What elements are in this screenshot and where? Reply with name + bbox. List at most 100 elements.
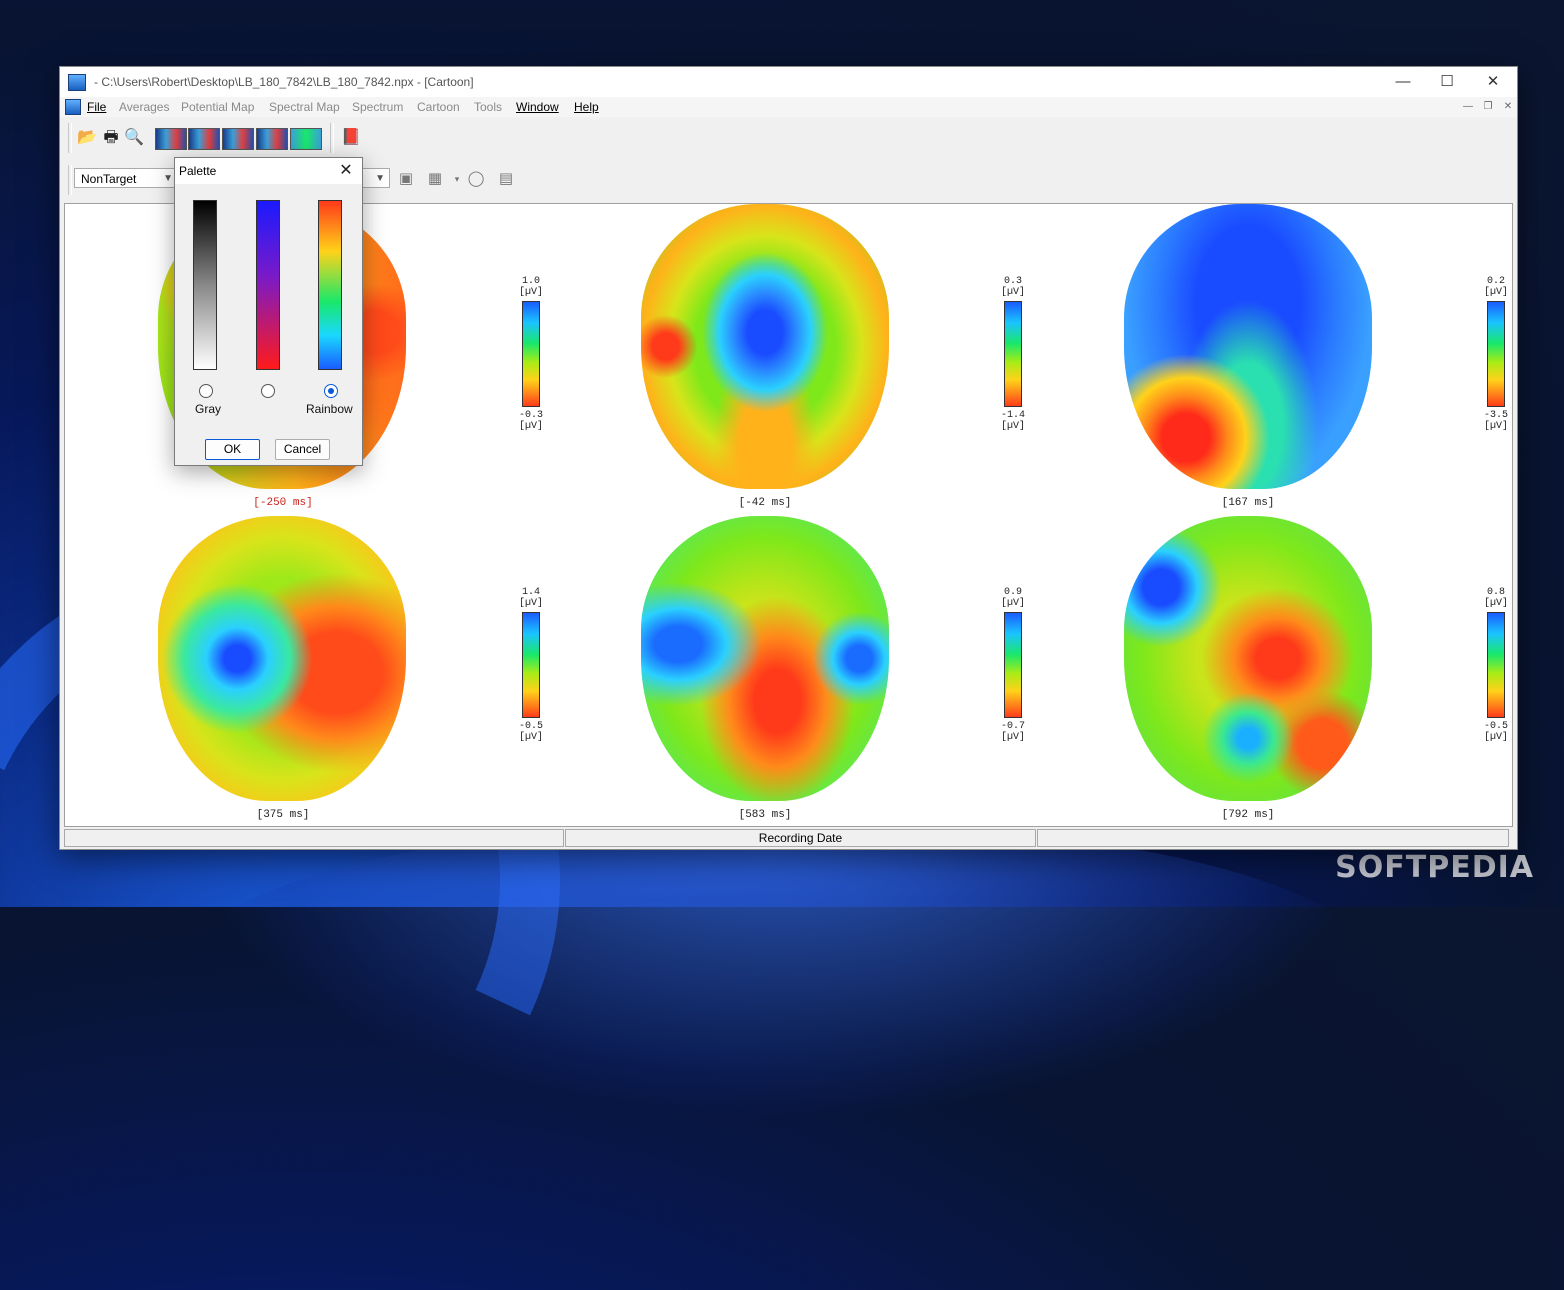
toolbar-separator (330, 123, 334, 153)
map-time-label: [-42 ms] (738, 497, 792, 509)
scale-max: 0.9 (1003, 587, 1022, 598)
gray-radio[interactable] (199, 384, 213, 398)
wallpaper-glow (180, 820, 1380, 1120)
spectrum-icon[interactable] (256, 128, 288, 150)
averages-view-icon[interactable] (155, 128, 187, 150)
scale-max: 1.0 (521, 276, 540, 287)
scale-unit: [µV] (518, 732, 543, 743)
open-folder-icon[interactable]: 📂 (76, 127, 98, 149)
cartoon-icon[interactable] (290, 128, 322, 150)
scale-min: -0.5 (518, 721, 543, 732)
scale-unit: [µV] (1000, 598, 1025, 609)
title-bar[interactable]: - C:\Users\Robert\Desktop\LB_180_7842\LB… (60, 67, 1517, 97)
topomap-3[interactable] (1124, 204, 1372, 489)
topomap-6[interactable] (1124, 516, 1372, 801)
print-preview-icon[interactable]: 🔍 (123, 127, 145, 149)
layout-icon[interactable]: ▣ (397, 170, 415, 188)
menu-potential-map[interactable]: Potential Map (181, 100, 254, 114)
dialog-title: Palette (179, 164, 217, 178)
blue-red-palette-swatch (256, 200, 280, 370)
scale-bar (1004, 612, 1022, 718)
toolbar-separator (68, 165, 72, 195)
scale-unit: [µV] (1483, 287, 1508, 298)
color-scale-5: 0.9 [µV] -0.7 [µV] (993, 587, 1033, 743)
grid-dropdown-icon[interactable]: ▾ (448, 170, 466, 188)
color-scale-4: 1.4 [µV] -0.5 [µV] (511, 587, 551, 743)
menu-window[interactable]: Window (516, 100, 559, 114)
scale-bar (1487, 301, 1505, 407)
map-time-label: [167 ms] (1221, 497, 1275, 509)
topomap-5[interactable] (641, 516, 889, 801)
toolbar-separator (68, 123, 72, 153)
help-book-icon[interactable]: 📕 (340, 127, 362, 149)
minimize-icon[interactable]: — (1386, 71, 1420, 93)
gray-palette-swatch (193, 200, 217, 370)
condition-select[interactable]: NonTarget ▼ (74, 168, 178, 188)
grid-icon[interactable]: ▦ (426, 170, 444, 188)
menu-spectrum[interactable]: Spectrum (352, 100, 403, 114)
status-recording-date: Recording Date (565, 829, 1036, 847)
scale-unit: [µV] (1483, 598, 1508, 609)
scale-unit: [µV] (1483, 732, 1508, 743)
close-icon[interactable]: ✕ (1476, 71, 1510, 93)
chevron-down-icon: ▼ (163, 173, 173, 184)
close-icon[interactable]: ✕ (336, 161, 356, 181)
mdi-minimize-icon[interactable]: — (1460, 100, 1476, 114)
menu-file[interactable]: File (87, 100, 106, 114)
print-icon[interactable]: 🖶 (100, 127, 122, 149)
rainbow-radio[interactable] (324, 384, 338, 398)
main-toolbar: 📂 🖶 🔍 📕 (60, 119, 1517, 159)
document-icon[interactable] (65, 99, 81, 115)
scale-max: 0.8 (1486, 587, 1505, 598)
ok-button[interactable]: OK (205, 439, 260, 460)
topomap-4[interactable] (158, 516, 406, 801)
color-scale-6: 0.8 [µV] -0.5 [µV] (1476, 587, 1516, 743)
window-title: - C:\Users\Robert\Desktop\LB_180_7842\LB… (94, 75, 474, 89)
menu-tools[interactable]: Tools (474, 100, 502, 114)
scale-min: -0.3 (518, 410, 543, 421)
app-icon (68, 74, 86, 91)
scale-max: 0.2 (1486, 276, 1505, 287)
spectral-map-icon[interactable] (222, 128, 254, 150)
scale-unit: [µV] (1000, 421, 1025, 432)
menu-spectral-map[interactable]: Spectral Map (269, 100, 340, 114)
scale-unit: [µV] (1000, 287, 1025, 298)
menu-bar: File Averages Potential Map Spectral Map… (60, 97, 1517, 117)
scale-bar (522, 612, 540, 718)
head-icon[interactable]: ◯ (467, 170, 485, 188)
scale-min: -1.4 (1000, 410, 1025, 421)
map-time-label: [-250 ms] (253, 497, 313, 509)
map-time-label: [792 ms] (1221, 809, 1275, 821)
scale-bar (522, 301, 540, 407)
color-scale-1: 1.0 [µV] -0.3 [µV] (511, 276, 551, 432)
menu-help[interactable]: Help (574, 100, 599, 114)
watermark: SOFTPEDIA (1335, 850, 1534, 885)
potential-map-icon[interactable] (188, 128, 220, 150)
map-time-label: [583 ms] (738, 809, 792, 821)
scale-min: -0.7 (1000, 721, 1025, 732)
status-cell-left (64, 829, 564, 847)
mdi-close-icon[interactable]: ✕ (1500, 100, 1516, 114)
maximize-icon[interactable]: ☐ (1430, 71, 1464, 93)
scale-min: -0.5 (1483, 721, 1508, 732)
secondary-select[interactable]: ▼ (360, 168, 390, 188)
scale-max: 1.4 (521, 587, 540, 598)
condition-value: NonTarget (81, 172, 137, 186)
topomap-2[interactable] (641, 204, 889, 489)
chevron-down-icon: ▼ (375, 173, 385, 184)
cancel-button[interactable]: Cancel (275, 439, 330, 460)
scale-bar (1487, 612, 1505, 718)
dialog-title-bar[interactable]: Palette ✕ (175, 158, 362, 184)
map-time-label: [375 ms] (256, 809, 310, 821)
rainbow-palette-swatch (318, 200, 342, 370)
menu-averages[interactable]: Averages (119, 100, 169, 114)
menu-cartoon[interactable]: Cartoon (417, 100, 460, 114)
blue-red-radio[interactable] (261, 384, 275, 398)
scale-unit: [µV] (1483, 421, 1508, 432)
mdi-restore-icon[interactable]: ❐ (1480, 100, 1496, 114)
color-scale-2: 0.3 [µV] -1.4 [µV] (993, 276, 1033, 432)
scale-unit: [µV] (518, 421, 543, 432)
palette-dialog: Palette ✕ Gray Rainbow OK Cancel (174, 157, 363, 466)
export-icon[interactable]: ▤ (497, 170, 515, 188)
rainbow-label: Rainbow (306, 402, 353, 416)
